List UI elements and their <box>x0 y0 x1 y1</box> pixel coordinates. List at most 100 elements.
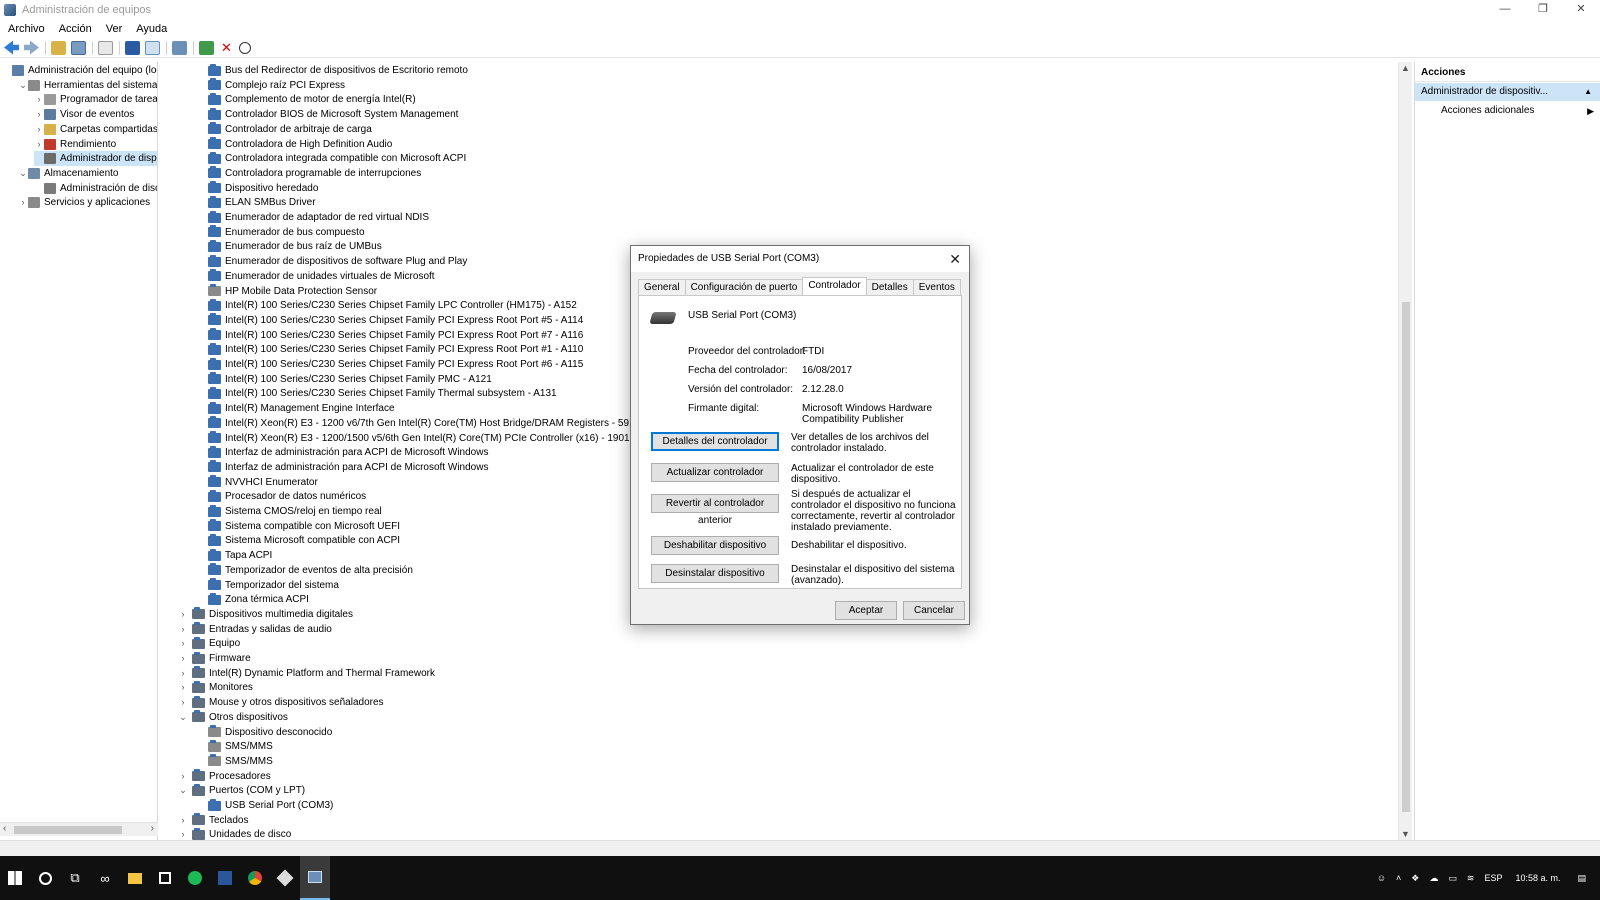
show-tree-icon[interactable] <box>71 40 86 55</box>
taskbar-file-explorer[interactable] <box>120 856 150 900</box>
forward-arrow-icon[interactable] <box>24 40 39 55</box>
actions-more[interactable]: Acciones adicionales ▶ <box>1415 102 1600 120</box>
chevron-down-icon[interactable]: ⌄ <box>178 783 188 798</box>
menu-archivo[interactable]: Archivo <box>0 23 52 35</box>
menu-ayuda[interactable]: Ayuda <box>129 23 174 35</box>
device-row[interactable]: Intel(R) 100 Series/C230 Series Chipset … <box>208 372 492 387</box>
search-button[interactable] <box>30 856 60 900</box>
device-row[interactable]: Intel(R) 100 Series/C230 Series Chipset … <box>208 386 557 401</box>
device-category-row[interactable]: ⌄ Puertos (COM y LPT) <box>178 783 305 798</box>
device-row[interactable]: Intel(R) 100 Series/C230 Series Chipset … <box>208 328 583 343</box>
device-row[interactable]: Procesador de datos numéricos <box>208 489 366 504</box>
chevron-right-icon[interactable]: › <box>178 622 188 637</box>
tab-detalles[interactable]: Detalles <box>865 279 914 295</box>
device-row[interactable]: Controlador de arbitraje de carga <box>208 122 372 137</box>
device-row[interactable]: Intel(R) 100 Series/C230 Series Chipset … <box>208 357 583 372</box>
chevron-right-icon[interactable]: › <box>178 680 188 695</box>
taskbar-chrome[interactable] <box>240 856 270 900</box>
device-row[interactable]: Enumerador de dispositivos de software P… <box>208 254 467 269</box>
roll-back-driver-button[interactable]: Revertir al controlador anterior <box>651 494 779 526</box>
device-row[interactable]: Bus del Redirector de dispositivos de Es… <box>208 63 468 78</box>
battery-icon[interactable]: ▭ <box>1448 873 1457 884</box>
uninstall-device-button[interactable]: Desinstalar dispositivo <box>651 564 779 583</box>
tree-item[interactable]: Administrador de dispo <box>34 151 157 167</box>
properties-icon[interactable] <box>98 40 113 55</box>
chevron-right-icon[interactable]: › <box>178 636 188 651</box>
device-row[interactable]: Sistema Microsoft compatible con ACPI <box>208 533 400 548</box>
device-row[interactable]: Interfaz de administración para ACPI de … <box>208 445 488 460</box>
device-row[interactable]: NVVHCI Enumerator <box>208 475 318 490</box>
device-row[interactable]: Temporizador del sistema <box>208 578 339 593</box>
driver-details-button[interactable]: Detalles del controlador <box>651 432 779 451</box>
device-row[interactable]: ELAN SMBus Driver <box>208 195 316 210</box>
dropbox-icon[interactable]: ❖ <box>1411 873 1419 884</box>
taskbar-word[interactable] <box>210 856 240 900</box>
scroll-left-icon[interactable]: ‹ <box>3 823 6 834</box>
taskbar-store[interactable] <box>150 856 180 900</box>
device-row[interactable]: Intel(R) 100 Series/C230 Series Chipset … <box>208 342 583 357</box>
chevron-right-icon[interactable]: › <box>34 137 44 152</box>
disable-device-button[interactable]: Deshabilitar dispositivo <box>651 536 779 555</box>
collapse-up-icon[interactable]: ▲ <box>1584 83 1592 101</box>
restore-icon[interactable]: ❐ <box>1524 0 1562 20</box>
chevron-right-icon[interactable]: › <box>178 769 188 784</box>
device-row[interactable]: Dispositivo heredado <box>208 181 318 196</box>
chevron-right-icon[interactable]: › <box>178 813 188 828</box>
scroll-down-icon[interactable]: ▼ <box>1401 829 1410 839</box>
scroll-thumb[interactable] <box>1402 302 1410 812</box>
device-row[interactable]: Sistema CMOS/reloj en tiempo real <box>208 504 382 519</box>
wifi-icon[interactable]: ≋ <box>1467 873 1475 884</box>
device-row[interactable]: HP Mobile Data Protection Sensor <box>208 284 377 299</box>
device-category-row[interactable]: ⌄ Otros dispositivos <box>178 710 288 725</box>
chevron-right-icon[interactable]: › <box>178 607 188 622</box>
back-arrow-icon[interactable] <box>4 40 19 55</box>
device-row[interactable]: Enumerador de bus compuesto <box>208 225 365 240</box>
cancel-button[interactable]: Cancelar <box>903 601 965 620</box>
chevron-down-icon[interactable]: ⌄ <box>18 78 28 93</box>
help-icon[interactable] <box>125 40 140 55</box>
device-category-row[interactable]: › Dispositivos multimedia digitales <box>178 607 353 622</box>
chevron-down-icon[interactable]: ⌄ <box>18 166 28 181</box>
language-indicator[interactable]: ESP <box>1484 873 1502 883</box>
people-icon[interactable]: ☺ <box>1377 873 1386 883</box>
taskbar-computer-management[interactable] <box>300 856 330 900</box>
taskbar-app-infinity[interactable]: ∞ <box>90 856 120 900</box>
chevron-right-icon[interactable]: › <box>34 92 44 107</box>
menu-ver[interactable]: Ver <box>99 23 130 35</box>
scroll-up-icon[interactable]: ▲ <box>1401 63 1410 73</box>
scroll-thumb[interactable] <box>14 826 122 834</box>
device-category-row[interactable]: › Equipo <box>178 636 240 651</box>
device-row[interactable]: Dispositivo desconocido <box>208 725 332 740</box>
close-icon[interactable]: ✕ <box>1562 0 1600 20</box>
device-row[interactable]: Zona térmica ACPI <box>208 592 309 607</box>
chevron-right-icon[interactable]: › <box>18 195 28 210</box>
scan-hardware-icon[interactable] <box>172 40 187 55</box>
uninstall-icon[interactable]: ✕ <box>219 40 234 55</box>
device-row[interactable]: Complemento de motor de energía Intel(R) <box>208 92 416 107</box>
update-driver-button[interactable]: Actualizar controlador <box>651 463 779 482</box>
tab-controlador[interactable]: Controlador <box>802 277 867 295</box>
taskbar-spotify[interactable] <box>180 856 210 900</box>
start-button[interactable] <box>0 856 30 900</box>
minimize-icon[interactable]: — <box>1486 0 1524 20</box>
device-category-row[interactable]: › Firmware <box>178 651 251 666</box>
device-row[interactable]: USB Serial Port (COM3) <box>208 798 333 813</box>
tab-configuracion-puerto[interactable]: Configuración de puerto <box>684 279 804 295</box>
device-list-vertical-scrollbar[interactable]: ▲ ▼ <box>1398 62 1412 840</box>
clock[interactable]: 10:58 a. m. <box>1515 873 1560 883</box>
device-row[interactable]: Sistema compatible con Microsoft UEFI <box>208 519 400 534</box>
device-row[interactable]: Intel(R) Xeon(R) E3 - 1200 v6/7th Gen In… <box>208 416 640 431</box>
device-row[interactable]: Temporizador de eventos de alta precisió… <box>208 563 413 578</box>
up-folder-icon[interactable] <box>51 40 66 55</box>
device-row[interactable]: Enumerador de bus raíz de UMBus <box>208 239 382 254</box>
tab-eventos[interactable]: Eventos <box>912 279 961 295</box>
tree-item[interactable]: › Rendimiento <box>34 137 116 152</box>
actions-device-manager[interactable]: Administrador de dispositiv... ▲ <box>1415 83 1600 101</box>
device-row[interactable]: Interfaz de administración para ACPI de … <box>208 460 488 475</box>
device-row[interactable]: Enumerador de adaptador de red virtual N… <box>208 210 429 225</box>
device-row[interactable]: SMS/MMS <box>208 739 273 754</box>
tree-item[interactable]: Administración de disco <box>34 181 157 196</box>
ok-button[interactable]: Aceptar <box>835 601 897 620</box>
device-category-row[interactable]: › Monitores <box>178 680 253 695</box>
taskbar-app-cube[interactable] <box>270 856 300 900</box>
